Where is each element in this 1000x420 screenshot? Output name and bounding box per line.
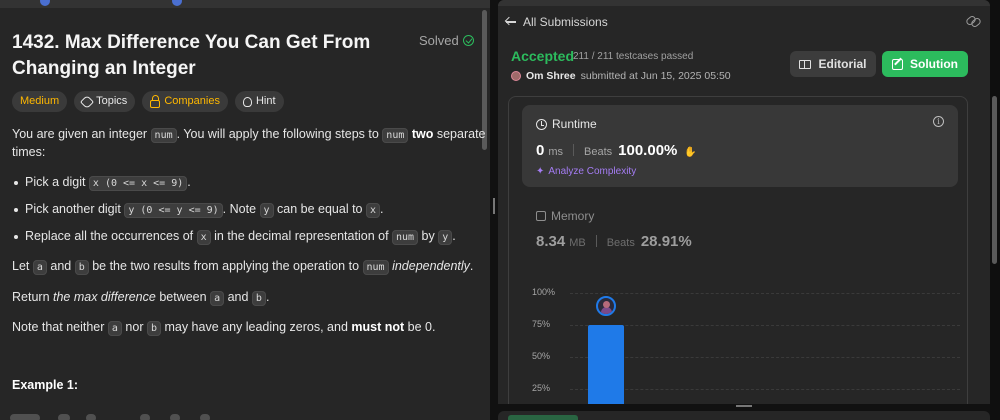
description-paragraph: Return the max difference between a and … (12, 290, 270, 306)
analyze-label: Analyze Complexity (548, 166, 637, 177)
runtime-label: Runtime (552, 117, 597, 131)
grid-line (570, 293, 960, 294)
y-tick-label: 75% (532, 319, 551, 329)
result-status: Accepted (511, 48, 575, 64)
companies-button[interactable]: Companies (142, 91, 228, 112)
submission-pane: All Submissions Accepted 211 / 211 testc… (498, 0, 990, 404)
y-tick-label: 25% (532, 383, 551, 393)
memory-beats-pct: 28.91% (640, 233, 692, 250)
edit-icon (892, 58, 903, 70)
solved-status: Solved (419, 33, 474, 48)
runtime-panel[interactable]: Runtime i 0 ms Beats 100.00% ✋ ✦ Analyze… (522, 105, 958, 187)
lower-panel-header (498, 404, 990, 420)
editorial-label: Editorial (818, 57, 867, 71)
tag-row: Medium Topics Companies Hint (12, 91, 284, 112)
toolbar-item[interactable] (10, 414, 40, 420)
editorial-button[interactable]: Editorial (790, 51, 876, 77)
arrow-left-icon (506, 17, 516, 27)
toolbar-item[interactable] (140, 414, 150, 420)
right-scrollbar-track[interactable] (990, 0, 1000, 420)
resize-handle[interactable] (736, 405, 752, 407)
divider (595, 235, 597, 247)
solved-label: Solved (419, 33, 459, 48)
runtime-values: 0 ms Beats 100.00% ✋ (536, 142, 697, 159)
toolbar-item[interactable] (200, 414, 210, 420)
description-paragraph: You are given an integer num. You will a… (12, 127, 486, 143)
memory-label: Memory (551, 209, 595, 223)
toolbar-item[interactable] (58, 414, 70, 420)
step-item: Pick a digit x (0 <= x <= 9). (25, 175, 191, 191)
companies-label: Companies (164, 95, 220, 107)
check-circle-icon (462, 35, 474, 46)
tab-icon (40, 0, 50, 6)
y-tick-label: 50% (532, 351, 551, 361)
memory-chip-icon (536, 211, 546, 221)
tab-icon (172, 0, 182, 6)
grid-line (570, 389, 960, 390)
runtime-value: 0 (536, 142, 545, 159)
grid-line (570, 325, 960, 326)
chart-bar[interactable] (588, 325, 624, 404)
pane-divider[interactable] (490, 0, 498, 420)
bullet-icon (14, 181, 18, 185)
memory-unit: MB (569, 237, 586, 249)
back-to-submissions[interactable]: All Submissions (506, 15, 608, 29)
step-item: Replace all the occurrences of x in the … (25, 229, 456, 245)
memory-heading[interactable]: Memory (536, 209, 594, 223)
hint-label: Hint (255, 95, 276, 107)
tag-icon (80, 94, 95, 109)
analyze-complexity-link[interactable]: ✦ Analyze Complexity (536, 166, 636, 177)
problem-description-pane: 1432. Max Difference You Can Get From Ch… (0, 0, 490, 420)
memory-beats-label: Beats (606, 237, 635, 249)
user-avatar-icon[interactable] (511, 71, 521, 81)
topics-button[interactable]: Topics (74, 91, 136, 112)
lightbulb-icon (242, 96, 252, 107)
book-icon (799, 59, 812, 69)
runtime-unit: ms (548, 146, 564, 158)
all-submissions-label: All Submissions (523, 15, 608, 29)
right-tab-bar[interactable] (498, 0, 990, 6)
example-heading: Example 1: (12, 378, 79, 392)
memory-values: 8.34 MB Beats 28.91% (536, 233, 692, 250)
lower-tab[interactable] (508, 415, 578, 420)
submitted-time: submitted at Jun 15, 2025 05:50 (580, 70, 731, 82)
toolbar-item[interactable] (170, 414, 180, 420)
description-paragraph: Note that neither a nor b may have any l… (12, 320, 436, 336)
step-item: Pick another digit y (0 <= y <= 9). Note… (25, 202, 384, 218)
hint-button[interactable]: Hint (234, 91, 284, 112)
bullet-icon (14, 208, 18, 212)
lock-icon (150, 94, 161, 108)
grid-line (570, 357, 960, 358)
submission-author: Om Shree submitted at Jun 15, 2025 05:50 (511, 70, 731, 82)
testcases-count: 211 / 211 testcases passed (573, 51, 694, 62)
sparkle-icon: ✦ (536, 166, 545, 177)
memory-value: 8.34 (536, 233, 566, 250)
problem-title[interactable]: 1432. Max Difference You Can Get From Ch… (12, 30, 392, 82)
difficulty-badge[interactable]: Medium (12, 91, 68, 112)
clapping-hands-icon: ✋ (684, 147, 697, 158)
left-footer-toolbar[interactable] (0, 412, 490, 420)
right-scrollbar-thumb[interactable] (992, 96, 997, 264)
solution-label: Solution (910, 57, 958, 71)
resize-handle[interactable] (493, 198, 495, 214)
y-tick-label: 100% (532, 287, 556, 297)
clock-icon (536, 118, 547, 130)
bullet-icon (14, 235, 18, 239)
left-tab-bar[interactable] (0, 0, 490, 8)
toolbar-item[interactable] (86, 414, 96, 420)
runtime-beats-pct: 100.00% (618, 142, 678, 159)
link-icon[interactable] (966, 16, 980, 26)
user-avatar-marker[interactable] (596, 296, 616, 316)
description-paragraph: Let a and b be the two results from appl… (12, 259, 474, 275)
description-paragraph-cont: times: (12, 145, 46, 159)
author-name[interactable]: Om Shree (526, 70, 576, 82)
divider (573, 144, 575, 156)
solution-button[interactable]: Solution (882, 51, 968, 77)
runtime-heading: Runtime (536, 117, 597, 131)
runtime-beats-label: Beats (584, 146, 613, 158)
info-icon[interactable]: i (933, 116, 944, 127)
lower-tab-bar[interactable] (498, 411, 990, 420)
topics-label: Topics (96, 95, 128, 107)
